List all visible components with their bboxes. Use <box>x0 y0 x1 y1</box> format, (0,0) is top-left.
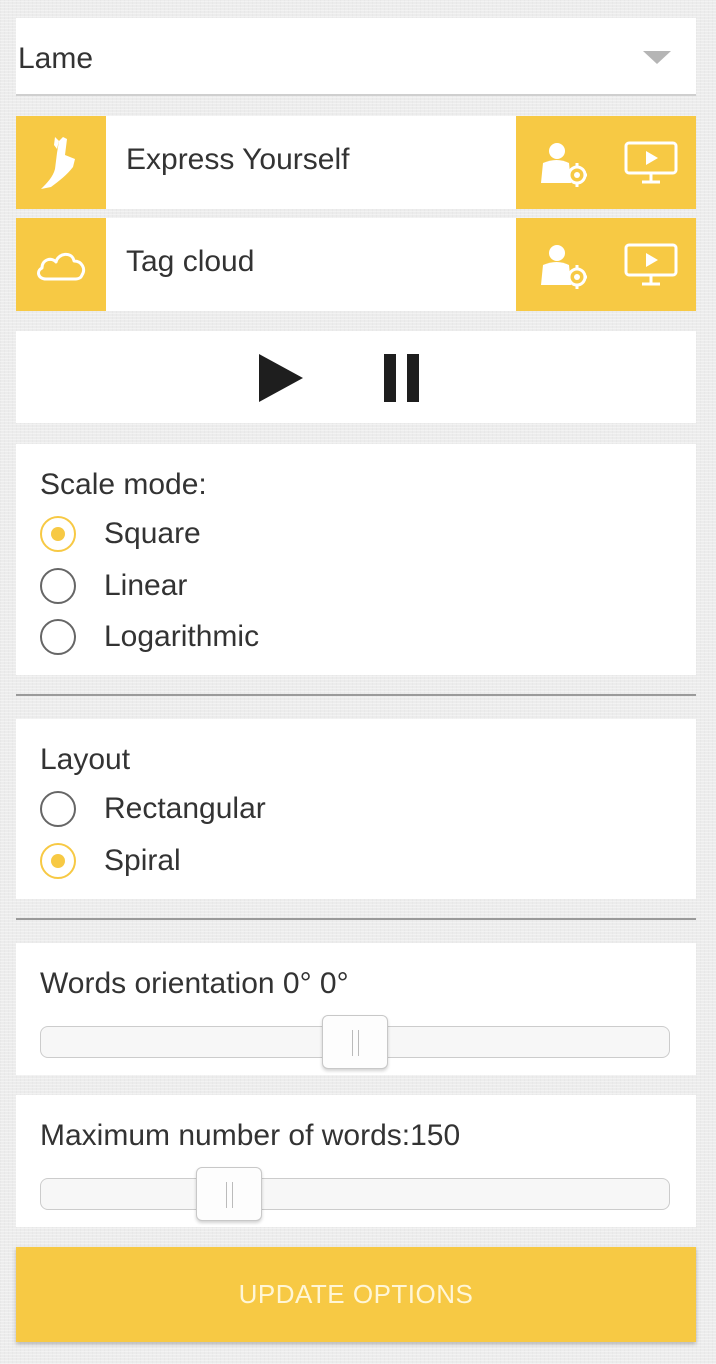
radio-button[interactable] <box>40 619 76 655</box>
cloud-icon <box>16 218 106 311</box>
radio-label: Logarithmic <box>104 620 260 653</box>
layout-title: Layout <box>40 743 131 776</box>
select-value: Lame <box>18 42 94 75</box>
orientation-label: Words orientation 0° 0° <box>40 967 349 1000</box>
radio-button-selected[interactable] <box>40 516 76 552</box>
scale-mode-title: Scale mode: <box>40 468 207 501</box>
update-options-button[interactable]: UPDATE OPTIONS <box>16 1247 696 1342</box>
radio-label: Square <box>104 517 201 550</box>
word-list-select[interactable]: Lame <box>16 18 696 94</box>
radio-button[interactable] <box>40 791 76 827</box>
layout-panel: Layout Rectangular Spiral <box>16 719 696 899</box>
hand-gesture-icon <box>16 116 106 209</box>
pause-icon[interactable] <box>384 353 420 408</box>
max-words-label: Maximum number of words:150 <box>40 1119 461 1152</box>
max-words-slider-thumb[interactable] <box>196 1167 262 1221</box>
presentation-screen-icon[interactable] <box>606 116 696 209</box>
update-options-label: UPDATE OPTIONS <box>238 1279 474 1309</box>
divider <box>16 918 696 920</box>
app-row-express-yourself[interactable]: Express Yourself <box>16 116 696 209</box>
radio-button[interactable] <box>40 568 76 604</box>
app-row-tag-cloud[interactable]: Tag cloud <box>16 218 696 311</box>
app-label: Tag cloud <box>126 245 255 278</box>
radio-label: Rectangular <box>104 792 266 825</box>
divider <box>16 694 696 696</box>
app-label: Express Yourself <box>126 143 350 176</box>
orientation-panel: Words orientation 0° 0° <box>16 943 696 1075</box>
orientation-slider-thumb[interactable] <box>322 1015 388 1069</box>
player-controls <box>16 331 696 423</box>
radio-label: Spiral <box>104 844 181 877</box>
radio-label: Linear <box>104 569 188 602</box>
play-icon[interactable] <box>258 353 304 408</box>
max-words-panel: Maximum number of words:150 <box>16 1095 696 1227</box>
presentation-screen-icon[interactable] <box>606 218 696 311</box>
user-settings-icon[interactable] <box>516 116 606 209</box>
max-words-slider-track[interactable] <box>40 1178 670 1210</box>
user-settings-icon[interactable] <box>516 218 606 311</box>
radio-button-selected[interactable] <box>40 843 76 879</box>
chevron-down-icon[interactable] <box>643 51 671 64</box>
scale-mode-panel: Scale mode: Square Linear Logarithmic <box>16 444 696 675</box>
